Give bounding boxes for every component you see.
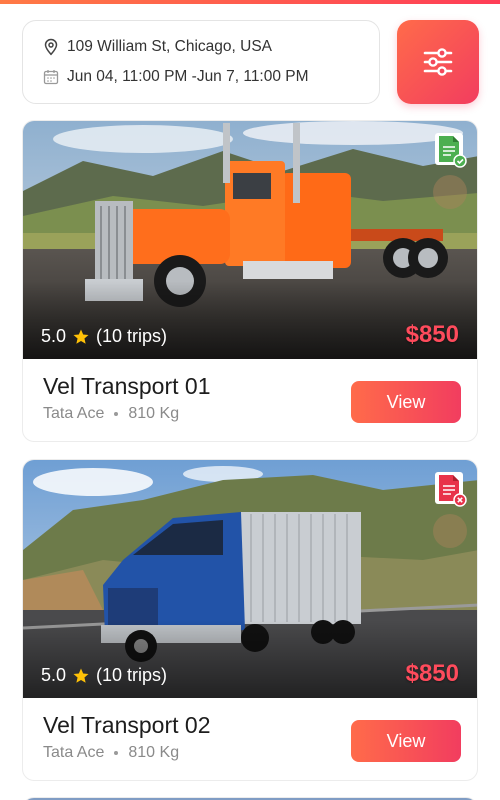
document-rejected-icon [435,472,467,507]
location-text: 109 William St, Chicago, USA [67,38,273,55]
top-accent-bar [0,0,500,4]
vehicle-model: Tata Ace [43,405,105,422]
price-label: $850 [405,321,459,348]
calendar-icon [43,70,59,85]
price-label: $850 [405,660,459,687]
vehicle-info: Vel Transport 02 Tata Ace 810 Kg View [23,698,477,780]
vehicle-capacity: 810 Kg [128,744,180,761]
vehicle-photo-1: 5.0 (10 trips) $850 [23,121,477,359]
filter-button[interactable] [397,20,479,104]
date-range-text: Jun 04, 11:00 PM -Jun 7, 11:00 PM [67,68,309,85]
separator-dot [114,751,119,755]
search-summary-card[interactable]: 109 William St, Chicago, USA Jun 04, 11:… [22,20,380,104]
vehicle-info: Vel Transport 01 Tata Ace 810 Kg View [23,359,477,441]
document-verified-icon [435,133,467,168]
vehicle-photo-2: 5.0 (10 trips) $850 [23,460,477,698]
star-icon [73,668,89,683]
status-indicator [433,514,467,548]
view-button[interactable]: View [351,381,461,423]
rating-value: 5.0 [41,665,67,685]
star-icon [73,329,89,344]
rating-row: 5.0 (10 trips) [41,665,167,686]
separator-dot [114,412,119,416]
location-row: 109 William St, Chicago, USA [43,38,272,56]
vehicle-meta: Tata Ace 810 Kg [43,405,179,423]
rating-value: 5.0 [41,326,67,346]
trip-count: (10 trips) [96,326,168,346]
date-row: Jun 04, 11:00 PM -Jun 7, 11:00 PM [43,68,309,86]
location-pin-icon [44,38,58,56]
vehicle-card-2[interactable]: 5.0 (10 trips) $850 Vel Transport 02 Tat… [22,459,478,781]
vehicle-model: Tata Ace [43,744,105,761]
trip-count: (10 trips) [96,665,168,685]
status-indicator [433,175,467,209]
rating-row: 5.0 (10 trips) [41,326,167,347]
vehicle-name: Vel Transport 02 [43,712,211,738]
vehicle-capacity: 810 Kg [128,405,180,422]
view-button[interactable]: View [351,720,461,762]
sliders-icon [423,48,453,76]
vehicle-meta: Tata Ace 810 Kg [43,744,179,762]
vehicle-card-1[interactable]: 5.0 (10 trips) $850 Vel Transport 01 Tat… [22,120,478,442]
vehicle-name: Vel Transport 01 [43,373,211,399]
